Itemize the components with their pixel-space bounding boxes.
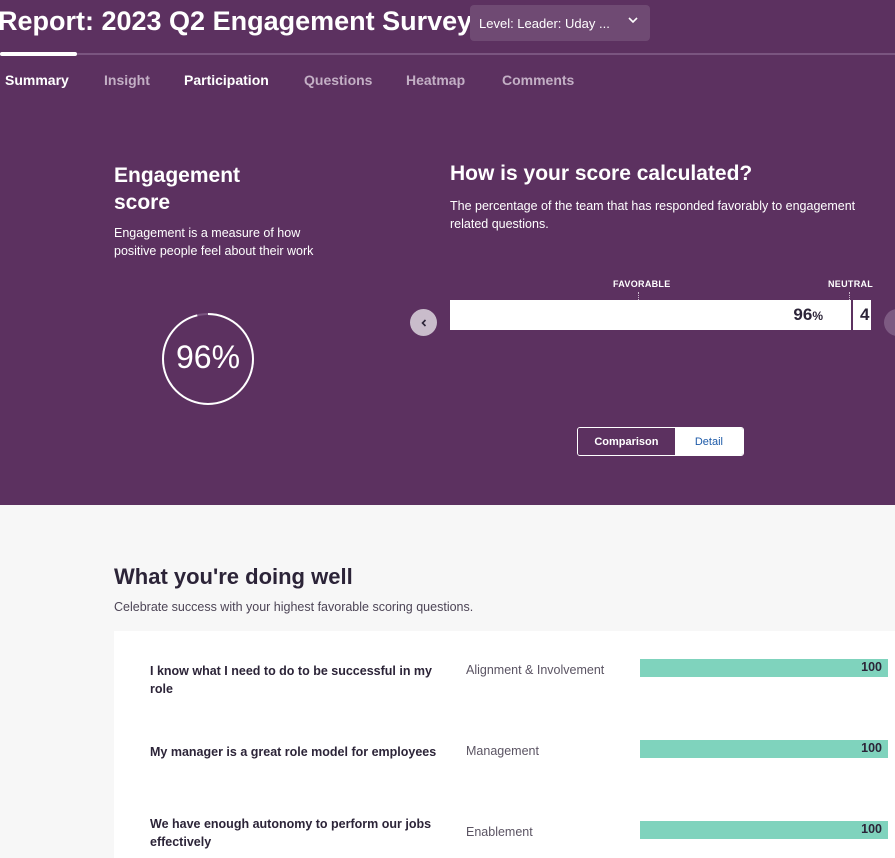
level-dropdown-value: Level: Leader: Uday ... (479, 15, 610, 31)
engagement-score-title: Engagement score (114, 164, 241, 214)
favorable-score-value: 100 (861, 741, 882, 755)
neutral-label: NEUTRAL (828, 279, 874, 289)
question-category: Alignment & Involvement (466, 663, 605, 677)
question-text: I know what I need to do to be successfu… (150, 664, 432, 696)
favorable-score-bar: 100 (640, 821, 888, 839)
tab-insight[interactable]: Insight (104, 72, 150, 88)
question-category: Management (466, 744, 539, 758)
score-calculation-description: The percentage of the team that has resp… (450, 199, 856, 231)
chevron-left-icon (420, 318, 426, 327)
score-breakdown-bar: 96% 4 (450, 300, 871, 330)
level-dropdown[interactable]: Level: Leader: Uday ... (470, 5, 650, 41)
question-category: Enablement (466, 825, 533, 839)
favorable-value: 96% (793, 305, 823, 324)
favorable-score-bar: 100 (640, 659, 888, 677)
favorable-score-value: 100 (861, 822, 882, 836)
tab-questions[interactable]: Questions (304, 72, 372, 88)
neutral-tick (849, 292, 850, 300)
doing-well-title: What you're doing well (114, 564, 353, 589)
score-calculation-title: How is your score calculated? (450, 162, 753, 185)
tab-summary[interactable]: Summary (5, 72, 69, 88)
tab-comments[interactable]: Comments (502, 72, 574, 88)
favorable-tick (638, 292, 639, 300)
active-tab-indicator (0, 52, 77, 56)
chevron-down-icon (628, 17, 638, 24)
question-text: We have enough autonomy to perform our j… (150, 817, 432, 849)
page-title: Report: 2023 Q2 Engagement Survey (0, 6, 473, 36)
favorable-score-value: 100 (861, 660, 882, 674)
tab-heatmap[interactable]: Heatmap (406, 72, 465, 88)
favorable-segment: 96% (450, 300, 851, 330)
detail-button[interactable]: Detail (674, 428, 743, 455)
doing-well-subtitle: Celebrate success with your highest favo… (114, 600, 474, 614)
tab-participation[interactable]: Participation (184, 72, 269, 88)
view-toggle: Comparison Detail (577, 427, 744, 456)
neutral-segment: 4 (853, 300, 871, 330)
favorable-score-bar: 100 (640, 740, 888, 758)
scroll-right-button[interactable] (884, 309, 895, 336)
engagement-score-value: 96% (175, 339, 241, 375)
neutral-value: 4 (860, 305, 870, 324)
hero-section: Report: 2023 Q2 Engagement Survey Level:… (0, 0, 895, 505)
question-text: My manager is a great role model for emp… (150, 745, 437, 759)
header-divider (0, 53, 895, 55)
favorable-label: FAVORABLE (613, 279, 671, 289)
engagement-score-description: Engagement is a measure of how positive … (114, 226, 314, 258)
scroll-left-button[interactable] (410, 309, 437, 336)
comparison-button[interactable]: Comparison (578, 428, 675, 455)
